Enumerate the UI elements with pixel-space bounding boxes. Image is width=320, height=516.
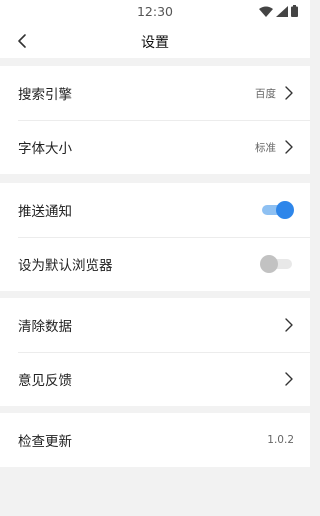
row-label: 推送通知 xyxy=(18,204,72,220)
row-label: 意见反馈 xyxy=(18,373,72,389)
page-title: 设置 xyxy=(141,35,169,51)
row-label: 清除数据 xyxy=(18,319,72,335)
push-notifications-toggle[interactable] xyxy=(260,200,294,220)
version-value: 1.0.2 xyxy=(267,434,294,446)
settings-row-push-notifications: 推送通知 xyxy=(0,183,310,237)
settings-row-font-size[interactable]: 字体大小 标准 xyxy=(0,120,310,174)
settings-group-data: 清除数据 意见反馈 xyxy=(0,298,310,406)
wifi-icon xyxy=(259,6,273,17)
settings-group-about: 检查更新 1.0.2 xyxy=(0,413,310,467)
status-bar: 12:30 xyxy=(0,0,310,24)
chevron-right-icon xyxy=(285,318,293,332)
default-browser-toggle[interactable] xyxy=(260,254,294,274)
settings-group-general: 搜索引擎 百度 字体大小 标准 xyxy=(0,66,310,174)
settings-row-search-engine[interactable]: 搜索引擎 百度 xyxy=(0,66,310,120)
row-label: 设为默认浏览器 xyxy=(18,258,113,274)
row-label: 字体大小 xyxy=(18,141,72,157)
chevron-right-icon xyxy=(285,140,293,154)
settings-row-feedback[interactable]: 意见反馈 xyxy=(0,352,310,406)
settings-row-clear-data[interactable]: 清除数据 xyxy=(0,298,310,352)
row-value: 百度 xyxy=(255,87,276,100)
row-value: 标准 xyxy=(255,141,276,154)
row-label: 搜索引擎 xyxy=(18,87,72,103)
settings-row-default-browser: 设为默认浏览器 xyxy=(0,237,310,291)
signal-icon xyxy=(276,5,288,17)
status-icons xyxy=(259,5,298,17)
toggle-knob xyxy=(260,255,278,273)
battery-icon xyxy=(291,5,298,17)
chevron-right-icon xyxy=(285,372,293,386)
row-label: 检查更新 xyxy=(18,434,72,450)
toggle-knob xyxy=(276,201,294,219)
chevron-right-icon xyxy=(285,86,293,100)
settings-group-toggles: 推送通知 设为默认浏览器 xyxy=(0,183,310,291)
header-bar: 设置 xyxy=(0,24,310,58)
settings-row-check-update[interactable]: 检查更新 1.0.2 xyxy=(0,413,310,467)
